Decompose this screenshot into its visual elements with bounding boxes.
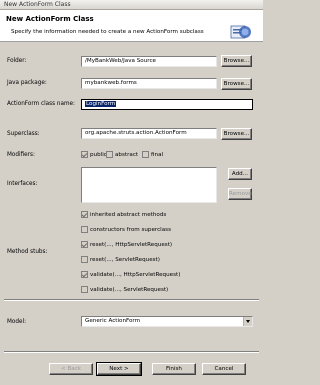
- stub-validate-http-label: validate(..., HttpServletRequest): [90, 272, 181, 278]
- java-package-label: Java package:: [7, 80, 47, 86]
- modifier-public-checkbox[interactable]: [81, 151, 88, 158]
- chevron-down-icon[interactable]: [243, 317, 252, 326]
- interfaces-add-button[interactable]: Add...: [228, 168, 252, 180]
- superclass-browse-button[interactable]: Browse...: [221, 128, 252, 140]
- modifier-final-checkbox[interactable]: [142, 151, 149, 158]
- separator: [4, 299, 259, 301]
- class-name-label: ActionForm class name:: [7, 101, 75, 107]
- cancel-button[interactable]: Cancel: [202, 363, 246, 375]
- class-name-value: LoginForm: [85, 101, 117, 107]
- wizard-banner: New ActionForm Class Specify the informa…: [0, 10, 263, 42]
- stub-validate-http-checkbox[interactable]: [81, 271, 88, 278]
- model-label: Model:: [7, 319, 26, 325]
- form-wizard-icon: [230, 25, 251, 39]
- java-package-browse-button[interactable]: Browse...: [221, 78, 252, 90]
- modifier-final-label: final: [151, 152, 164, 158]
- folder-browse-button[interactable]: Browse...: [221, 55, 252, 67]
- modifier-abstract-label: abstract: [115, 152, 139, 158]
- stub-constructors-label: constructors from superclass: [90, 227, 171, 233]
- method-stubs-label: Method stubs:: [7, 249, 48, 255]
- next-button[interactable]: Next >: [96, 362, 142, 376]
- modifier-abstract-checkbox[interactable]: [106, 151, 113, 158]
- stub-constructors-checkbox[interactable]: [81, 226, 88, 233]
- stub-reset-servlet-label: reset(..., ServletRequest): [90, 257, 160, 263]
- banner-description: Specify the information needed to create…: [11, 29, 204, 35]
- interfaces-label: Interfaces:: [7, 181, 38, 187]
- superclass-field[interactable]: org.apache.struts.action.ActionForm: [81, 128, 217, 139]
- folder-field[interactable]: /MyBankWeb/Java Source: [81, 56, 217, 67]
- class-name-field[interactable]: LoginForm: [81, 99, 253, 110]
- interfaces-remove-button[interactable]: Remove: [228, 188, 252, 200]
- interfaces-list[interactable]: [81, 167, 217, 203]
- modifier-public-label: public: [90, 152, 107, 158]
- stub-validate-servlet-label: validate(..., ServletRequest): [90, 287, 169, 293]
- finish-button[interactable]: Finish: [152, 363, 196, 375]
- superclass-label: Superclass:: [7, 131, 40, 137]
- stub-reset-servlet-checkbox[interactable]: [81, 256, 88, 263]
- window-title: New ActionForm Class: [0, 0, 263, 10]
- model-select[interactable]: Generic ActionForm: [81, 316, 253, 327]
- stub-reset-http-checkbox[interactable]: [81, 241, 88, 248]
- java-package-field[interactable]: mybankweb.forms: [81, 78, 217, 89]
- folder-label: Folder:: [7, 58, 27, 64]
- stub-validate-servlet-checkbox[interactable]: [81, 286, 88, 293]
- stub-reset-http-label: reset(..., HttpServletRequest): [90, 242, 173, 248]
- modifiers-label: Modifiers:: [7, 152, 35, 158]
- separator: [4, 351, 259, 353]
- banner-title: New ActionForm Class: [6, 15, 94, 23]
- stub-inherited-checkbox[interactable]: [81, 211, 88, 218]
- model-value: Generic ActionForm: [85, 318, 141, 324]
- stub-inherited-label: inherited abstract methods: [90, 212, 167, 218]
- back-button[interactable]: < Back: [49, 363, 93, 375]
